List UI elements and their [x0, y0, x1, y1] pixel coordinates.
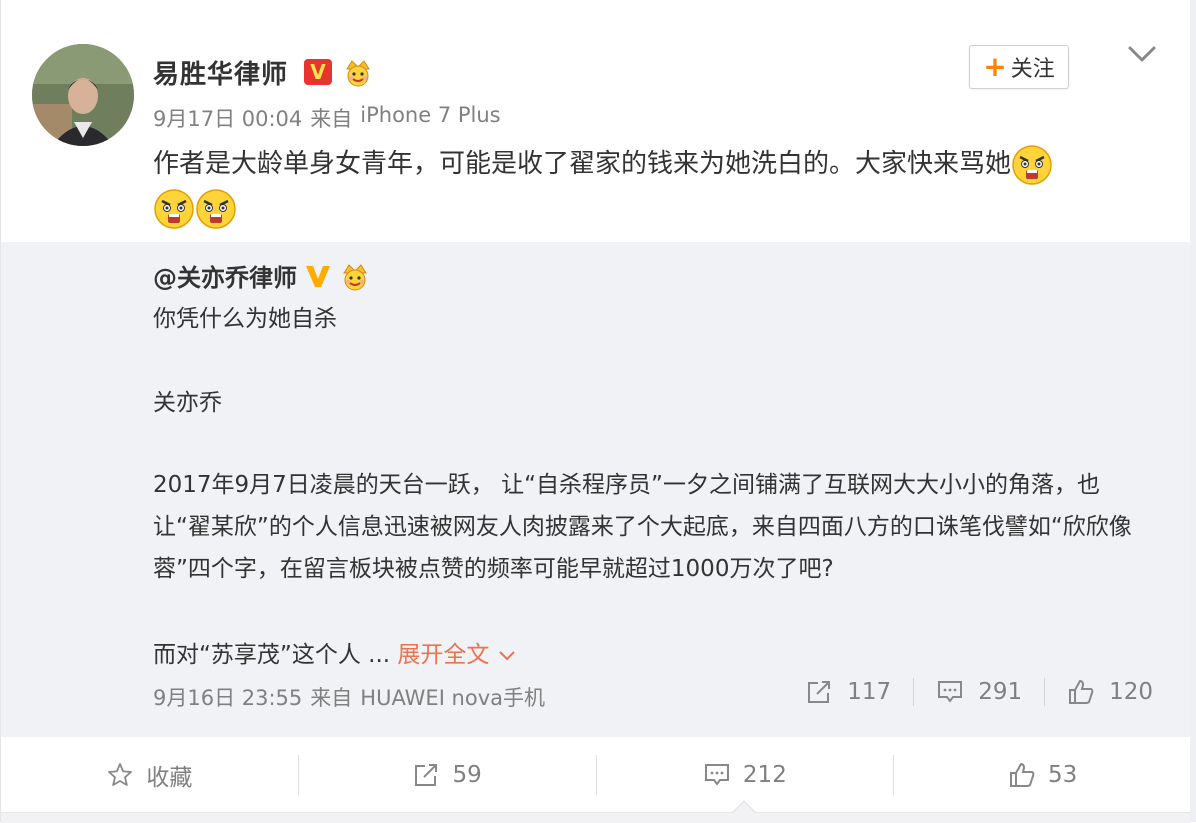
- repost-tail-text: 而对“苏享茂”这个人 ...: [153, 642, 391, 668]
- repost-icon: [415, 764, 438, 786]
- author-row: 易胜华律师 V: [153, 52, 374, 92]
- active-tab-caret-inner: [733, 802, 755, 813]
- repost-author-name[interactable]: @关亦乔律师: [153, 258, 297, 293]
- repost-line-title: 你凭什么为她自杀: [153, 306, 337, 332]
- post-meta: 9月17日 00:04 来自 iPhone 7 Plus: [153, 103, 501, 133]
- plus-icon: +: [983, 50, 1007, 83]
- favorite-label: 收藏: [146, 765, 193, 791]
- post-timestamp[interactable]: 9月17日 00:04: [153, 103, 302, 133]
- action-toolbar: 收藏 59 212 53: [1, 736, 1191, 813]
- expand-full-text-link[interactable]: 展开全文: [397, 642, 516, 668]
- chevron-down-icon[interactable]: [1125, 40, 1159, 68]
- repost-like-button[interactable]: 120: [1045, 678, 1153, 706]
- repost-like-count: 120: [1109, 679, 1153, 705]
- repost-comment-count: 291: [978, 679, 1023, 705]
- repost-line-tail: 而对“苏享茂”这个人 ... 展开全文: [153, 634, 517, 676]
- page-edge: [1190, 0, 1196, 822]
- post-text-content: 作者是大龄单身女青年，可能是收了翟家的钱来为她洗白的。大家快来骂她: [153, 149, 1012, 179]
- follow-button[interactable]: + 关注: [969, 45, 1069, 89]
- chevron-down-icon: [498, 650, 515, 660]
- follow-label: 关注: [1010, 57, 1055, 82]
- post-text: 作者是大龄单身女青年，可能是收了翟家的钱来为她洗白的。大家快来骂她: [153, 142, 1133, 230]
- star-icon: [108, 763, 133, 786]
- repost-meta: 9月16日 23:55 来自 HUAWEI nova手机: [153, 682, 545, 712]
- like-icon: [1069, 679, 1094, 704]
- comment-icon: [704, 764, 729, 786]
- like-count: 53: [1047, 762, 1078, 788]
- repost-comment-button[interactable]: 291: [914, 678, 1044, 706]
- repost-repost-button[interactable]: 117: [783, 678, 913, 706]
- crown-icon: [346, 60, 370, 87]
- v-badge-icon: V: [304, 59, 333, 85]
- repost-timestamp[interactable]: 9月16日 23:55: [153, 682, 302, 712]
- repost-block[interactable]: @关亦乔律师 你凭什么为她自杀 关亦乔 2017年9月7日凌晨的天台一跃， 让“…: [1, 242, 1191, 736]
- crown-icon: [343, 263, 367, 290]
- repost-paragraph: 2017年9月7日凌晨的天台一跃， 让“自杀程序员”一夕之间铺满了互联网大大小小…: [153, 472, 1132, 582]
- repost-source[interactable]: HUAWEI nova手机: [360, 682, 545, 712]
- comment-button[interactable]: 212: [597, 761, 894, 789]
- repost-button[interactable]: 59: [299, 761, 596, 789]
- repost-line-author: 关亦乔: [153, 390, 222, 416]
- repost-icon: [808, 681, 831, 703]
- comment-icon: [938, 681, 963, 703]
- weibo-card: 易胜华律师 V 9月17日 00:04 来自 iPhone 7 Plus + 关…: [0, 0, 1192, 823]
- repost-actions: 117 291 120: [783, 678, 1153, 706]
- post-source-prefix: 来自: [310, 107, 353, 131]
- comment-count: 212: [742, 762, 787, 788]
- repost-source-prefix: 来自: [310, 686, 353, 710]
- favorite-button[interactable]: 收藏: [1, 758, 298, 792]
- repost-count: 59: [452, 762, 482, 788]
- angry-emoji-icon: [1012, 144, 1052, 185]
- repost-repost-count: 117: [847, 679, 892, 705]
- author-name[interactable]: 易胜华律师: [153, 54, 288, 91]
- expand-label: 展开全文: [397, 642, 490, 668]
- avatar[interactable]: [32, 44, 134, 146]
- v-badge-icon: [306, 265, 330, 287]
- like-button[interactable]: 53: [894, 761, 1191, 789]
- post-source[interactable]: iPhone 7 Plus: [360, 103, 500, 133]
- angry-emoji-icon: [196, 188, 236, 229]
- repost-author-row: @关亦乔律师: [153, 258, 371, 293]
- like-icon: [1009, 762, 1035, 787]
- comment-panel-edge: [1, 812, 1191, 823]
- angry-emoji-icon: [154, 188, 194, 229]
